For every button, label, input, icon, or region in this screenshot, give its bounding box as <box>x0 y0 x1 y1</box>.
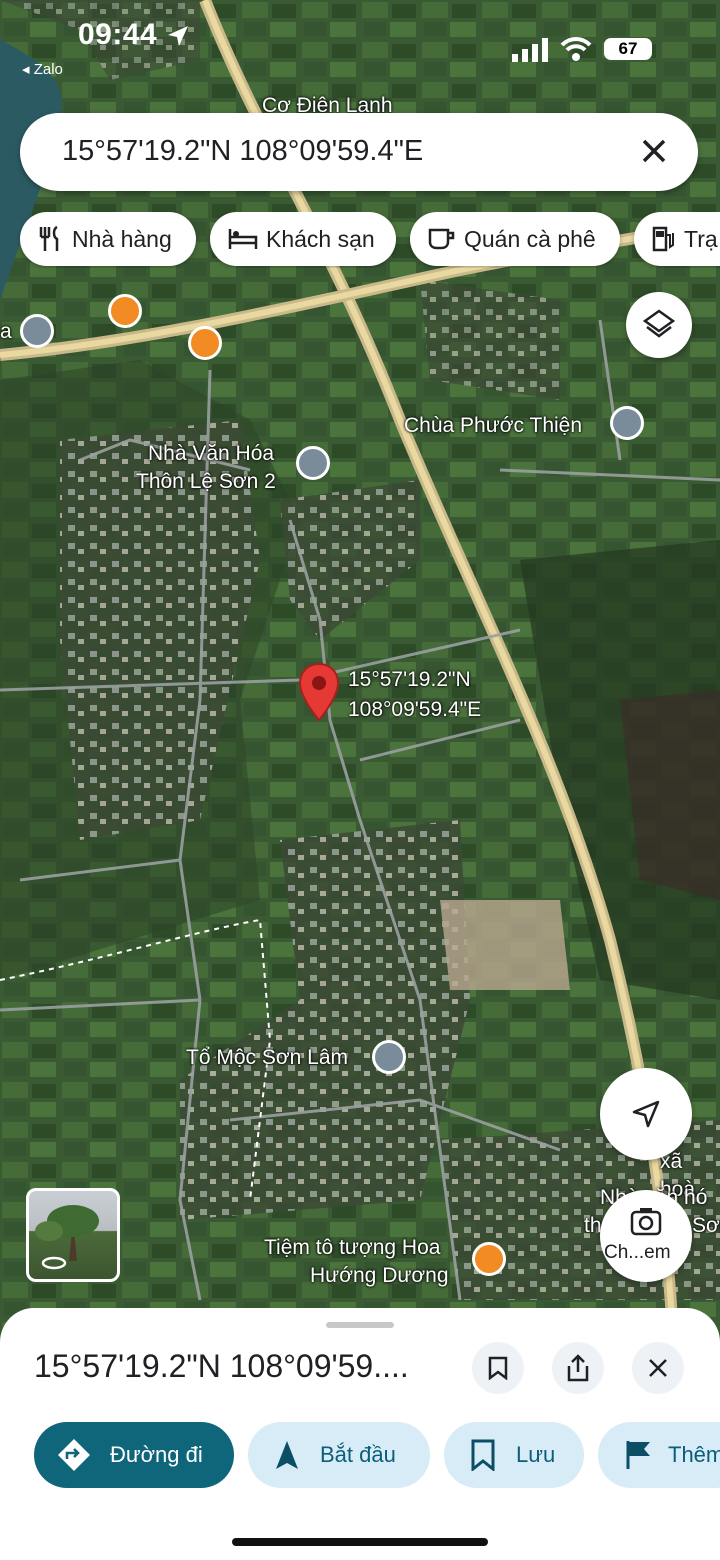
directions-button[interactable]: Đường đi <box>34 1422 234 1488</box>
share-button[interactable] <box>552 1342 604 1394</box>
map-label-nha-van-hoa-1[interactable]: Nhà Văn Hóa <box>148 440 274 468</box>
poi-shop-icon[interactable] <box>472 1242 506 1276</box>
pin-label-lng: 108°09'59.4"E <box>348 698 482 721</box>
street-view-thumbnail[interactable] <box>26 1188 120 1282</box>
directions-label: Đường đi <box>110 1442 203 1467</box>
start-label: Bắt đầu <box>320 1442 396 1467</box>
layers-icon <box>642 309 676 338</box>
close-icon <box>649 1359 667 1377</box>
map-label-left-edge: a <box>0 320 12 343</box>
chip-gas-station[interactable]: Trạ <box>634 212 720 266</box>
place-bottom-sheet[interactable]: 15°57'19.2"N 108°09'59.... Đường đi Bắt … <box>0 1308 720 1560</box>
chip-label: Trạ <box>684 225 718 252</box>
save-button[interactable]: Lưu <box>444 1422 584 1488</box>
poi-place-icon[interactable] <box>296 446 330 480</box>
chip-label: Khách sạn <box>266 225 375 252</box>
directions-icon <box>58 1439 90 1471</box>
rotate-360-icon <box>41 1256 67 1270</box>
restaurant-icon <box>39 225 59 251</box>
poi-coffee-icon[interactable] <box>108 294 142 328</box>
chip-label: Nhà hàng <box>72 225 172 252</box>
poi-bar-icon[interactable] <box>188 326 222 360</box>
home-indicator <box>232 1538 488 1546</box>
map-label-tiem-2[interactable]: Hướng Dương <box>310 1262 449 1290</box>
chip-coffee[interactable]: Quán cà phê <box>410 212 620 266</box>
map-label-nha-van-hoa-right-2: th <box>584 1214 602 1237</box>
map-label-tiem-1[interactable]: Tiệm tô tượng Hoa <box>264 1234 440 1262</box>
dropped-pin-icon[interactable] <box>298 662 340 722</box>
wifi-icon <box>560 37 592 61</box>
map-label-to-moc-son-lam[interactable]: Tổ Mộc Sơn Lâm <box>186 1044 348 1072</box>
signal-icon <box>512 38 548 62</box>
more-label: Thêm <box>668 1442 720 1467</box>
save-label: Lưu <box>516 1442 556 1467</box>
start-button[interactable]: Bắt đầu <box>248 1422 430 1488</box>
search-query-text[interactable]: 15°57'19.2"N 108°09'59.4"E <box>62 135 423 168</box>
map-label-nha-van-hoa-right-3: Sơn <box>692 1214 720 1237</box>
poi-park-icon[interactable] <box>20 314 54 348</box>
chip-label: Quán cà phê <box>464 225 596 252</box>
back-to-app-link[interactable]: ◂ Zalo <box>22 60 63 78</box>
close-icon[interactable] <box>634 131 674 171</box>
navigation-arrow-icon <box>632 1100 660 1128</box>
map-label-nha-van-hoa-2[interactable]: Thôn Lệ Sơn 2 <box>136 468 276 496</box>
gas-station-icon <box>652 226 674 252</box>
more-button[interactable]: Thêm <box>598 1422 720 1488</box>
status-time: 09:44 <box>78 18 158 51</box>
save-icon-button[interactable] <box>472 1342 524 1394</box>
drag-handle[interactable] <box>326 1322 394 1328</box>
chip-hotels[interactable]: Khách sạn <box>210 212 396 266</box>
chip-restaurants[interactable]: Nhà hàng <box>20 212 196 266</box>
place-title: 15°57'19.2"N 108°09'59.... <box>34 1348 409 1384</box>
navigation-arrow-icon <box>276 1441 298 1469</box>
status-bar: 09:44 ◂ Zalo 67 <box>0 0 720 78</box>
map-label-chua-phuoc-thien[interactable]: Chùa Phước Thiện <box>404 412 582 440</box>
poi-temple-icon[interactable] <box>610 406 644 440</box>
hotel-icon <box>228 229 258 249</box>
coffee-icon <box>428 228 455 250</box>
my-location-button[interactable] <box>600 1068 692 1160</box>
search-bar[interactable]: 15°57'19.2"N 108°09'59.4"E <box>20 113 698 191</box>
share-icon <box>567 1354 589 1382</box>
lens-button[interactable]: Ch...em <box>600 1190 692 1282</box>
battery-indicator: 67 <box>604 38 652 60</box>
flag-icon <box>626 1441 650 1469</box>
category-chips: Nhà hàng Khách sạn Quán cà phê Trạ <box>0 212 720 268</box>
layers-button[interactable] <box>626 292 692 358</box>
camera-icon <box>630 1208 662 1236</box>
pin-label-lat: 15°57'19.2"N <box>348 668 471 691</box>
poi-place-icon-2[interactable] <box>372 1040 406 1074</box>
bookmark-icon <box>471 1439 495 1471</box>
lens-button-label: Ch...em <box>604 1242 671 1263</box>
close-sheet-button[interactable] <box>632 1342 684 1394</box>
location-arrow-icon <box>168 26 188 46</box>
bookmark-icon <box>488 1356 508 1380</box>
